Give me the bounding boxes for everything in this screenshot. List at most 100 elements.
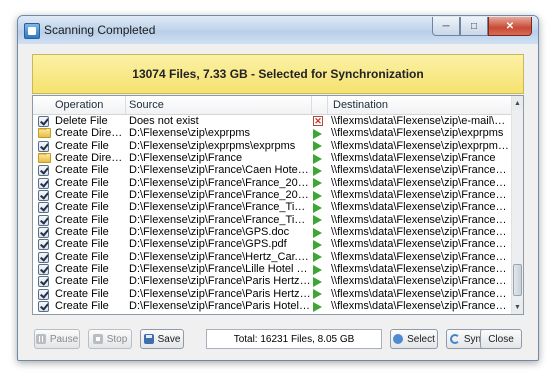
table-row[interactable]: Create File D:\Flexense\zip\France\GPS.do…: [33, 226, 511, 239]
table-row[interactable]: Create File D:\Flexense\zip\France\France…: [33, 214, 511, 226]
table-row[interactable]: Create Directory D:\Flexense\zip\France \\…: [33, 152, 511, 164]
arrow-right-icon: [313, 165, 322, 176]
source-cell: Does not exist: [129, 115, 199, 127]
table-row[interactable]: Create File D:\Flexense\zip\France\Paris …: [33, 300, 511, 313]
close-icon: ✕: [505, 20, 515, 32]
arrow-right-icon: [313, 227, 322, 238]
checkbox-icon[interactable]: [38, 190, 49, 202]
grid-header: Operation Source Destination: [33, 96, 511, 115]
destination-cell: \\flexms\data\Flexense\zip\France\GPS.do…: [331, 226, 509, 239]
arrow-right-icon: [313, 215, 322, 226]
checkbox-icon[interactable]: [38, 214, 49, 226]
arrow-right-icon: [313, 141, 322, 152]
minimize-button[interactable]: ─: [432, 17, 460, 36]
scanning-completed-dialog: Scanning Completed ─ □ ✕ 13074 Files, 7.…: [17, 15, 539, 361]
table-row[interactable]: Create File D:\Flexense\zip\France\GPS.pd…: [33, 238, 511, 251]
source-cell: D:\Flexense\zip\France\Paris Hertz Car R…: [129, 275, 311, 288]
pause-button[interactable]: Pause: [34, 329, 80, 349]
destination-cell: \\flexms\data\Flexense\zip\France\Hertz_…: [331, 250, 509, 263]
table-row[interactable]: Create Directory D:\Flexense\zip\exprpms \…: [33, 127, 511, 139]
arrow-right-icon: [313, 264, 322, 275]
column-divider[interactable]: [125, 96, 126, 114]
vertical-scrollbar[interactable]: ▲ ▼: [511, 96, 523, 314]
column-header-destination[interactable]: Destination: [333, 99, 388, 111]
column-divider[interactable]: [327, 96, 328, 114]
window-controls: ─ □ ✕: [432, 17, 532, 36]
scroll-up-button[interactable]: ▲: [512, 96, 523, 110]
table-row[interactable]: Create File D:\Flexense\zip\France\Hertz_…: [33, 251, 511, 263]
save-icon: [143, 334, 154, 344]
sync-icon: [449, 334, 460, 344]
stop-icon: [92, 334, 103, 344]
destination-cell: \\flexms\data\Flexense\zip\France\Paris …: [331, 275, 509, 288]
table-row[interactable]: Create File D:\Flexense\zip\France\Paris …: [33, 288, 511, 300]
arrow-right-icon: [313, 178, 322, 189]
scrollbar-thumb[interactable]: [513, 264, 522, 296]
table-row[interactable]: Create File D:\Flexense\zip\France\France…: [33, 201, 511, 214]
select-button[interactable]: Select: [390, 329, 438, 349]
checkbox-icon[interactable]: [38, 264, 49, 276]
operation-cell: Create File: [55, 238, 109, 251]
destination-cell: \\flexms\data\Flexense\zip\France\GPS.pd…: [331, 238, 509, 251]
destination-cell: \\flexms\data\Flexense\zip\France\France…: [331, 189, 509, 202]
scroll-down-button[interactable]: ▼: [512, 300, 523, 314]
checkbox-icon[interactable]: [38, 177, 49, 189]
operation-cell: Create Directory: [55, 152, 125, 165]
column-header-source[interactable]: Source: [129, 99, 164, 111]
pause-label: Pause: [49, 333, 79, 345]
destination-cell: \\flexms\data\Flexense\zip\France\France…: [331, 201, 509, 214]
column-header-operation[interactable]: Operation: [55, 99, 103, 111]
checkbox-icon[interactable]: [38, 202, 49, 214]
arrow-right-icon: [313, 153, 322, 164]
bottom-toolbar: Pause Stop Save Total: 16231 Files, 8.05…: [32, 329, 522, 351]
table-row[interactable]: Create File D:\Flexense\zip\exprpms\exprp…: [33, 140, 511, 152]
save-label: Save: [157, 333, 181, 345]
table-row[interactable]: Create File D:\Flexense\zip\France\Lille …: [33, 263, 511, 276]
checkbox-icon[interactable]: [38, 251, 49, 263]
operation-cell: Create File: [55, 189, 109, 202]
checkbox-icon[interactable]: [38, 276, 49, 288]
close-button[interactable]: Close: [480, 329, 522, 349]
checkbox-icon[interactable]: [38, 288, 49, 300]
source-cell: D:\Flexense\zip\France\Paris Hertz Car R…: [129, 287, 311, 300]
arrow-right-icon: [313, 202, 322, 213]
title-bar[interactable]: Scanning Completed ─ □ ✕: [18, 16, 538, 44]
maximize-button[interactable]: □: [460, 17, 488, 36]
operation-cell: Create File: [55, 287, 109, 300]
checkbox-icon[interactable]: [38, 301, 49, 313]
destination-cell: \\flexms\data\Flexense\zip\France\Paris …: [331, 300, 509, 313]
stop-button[interactable]: Stop: [88, 329, 132, 349]
source-cell: D:\Flexense\zip\France\GPS.doc: [129, 226, 290, 239]
save-button[interactable]: Save: [140, 329, 184, 349]
operation-cell: Create File: [55, 201, 109, 214]
table-row[interactable]: Create File D:\Flexense\zip\France\Paris …: [33, 275, 511, 288]
operation-cell: Create File: [55, 164, 109, 177]
arrow-right-icon: [313, 239, 322, 250]
table-row[interactable]: Create File D:\Flexense\zip\France\Caen H…: [33, 164, 511, 177]
checkbox-icon[interactable]: [38, 239, 49, 251]
table-row[interactable]: Delete File Does not exist ✕ \\flexms\data\…: [33, 115, 511, 127]
checkbox-icon[interactable]: [38, 116, 49, 127]
destination-cell: \\flexms\data\Flexense\zip\France\Caen .…: [331, 164, 509, 177]
selection-summary-banner: 13074 Files, 7.33 GB - Selected for Sync…: [32, 54, 524, 94]
close-window-button[interactable]: ✕: [488, 17, 532, 36]
arrow-right-icon: [313, 301, 322, 312]
operation-cell: Create File: [55, 300, 109, 313]
select-icon: [393, 334, 404, 344]
arrow-right-icon: [313, 289, 322, 300]
checkbox-icon[interactable]: [38, 165, 49, 177]
operations-grid[interactable]: Operation Source Destination Delete File…: [32, 95, 524, 315]
checkbox-icon[interactable]: [38, 140, 49, 152]
checkbox-icon[interactable]: [38, 227, 49, 239]
maximize-icon: □: [470, 20, 478, 32]
source-cell: D:\Flexense\zip\France\France_Time_Left_…: [129, 213, 311, 226]
table-row[interactable]: Create File D:\Flexense\zip\France\France…: [33, 189, 511, 202]
pause-icon: [35, 334, 46, 344]
close-label: Close: [488, 333, 514, 345]
scroll-down-icon: ▼: [514, 303, 521, 311]
operation-cell: Create File: [55, 176, 109, 189]
operation-cell: Create File: [55, 226, 109, 239]
column-divider[interactable]: [311, 96, 312, 114]
table-row[interactable]: Create File D:\Flexense\zip\France\France…: [33, 177, 511, 189]
destination-cell: \\flexms\data\Flexense\zip\exprpms: [331, 127, 504, 140]
